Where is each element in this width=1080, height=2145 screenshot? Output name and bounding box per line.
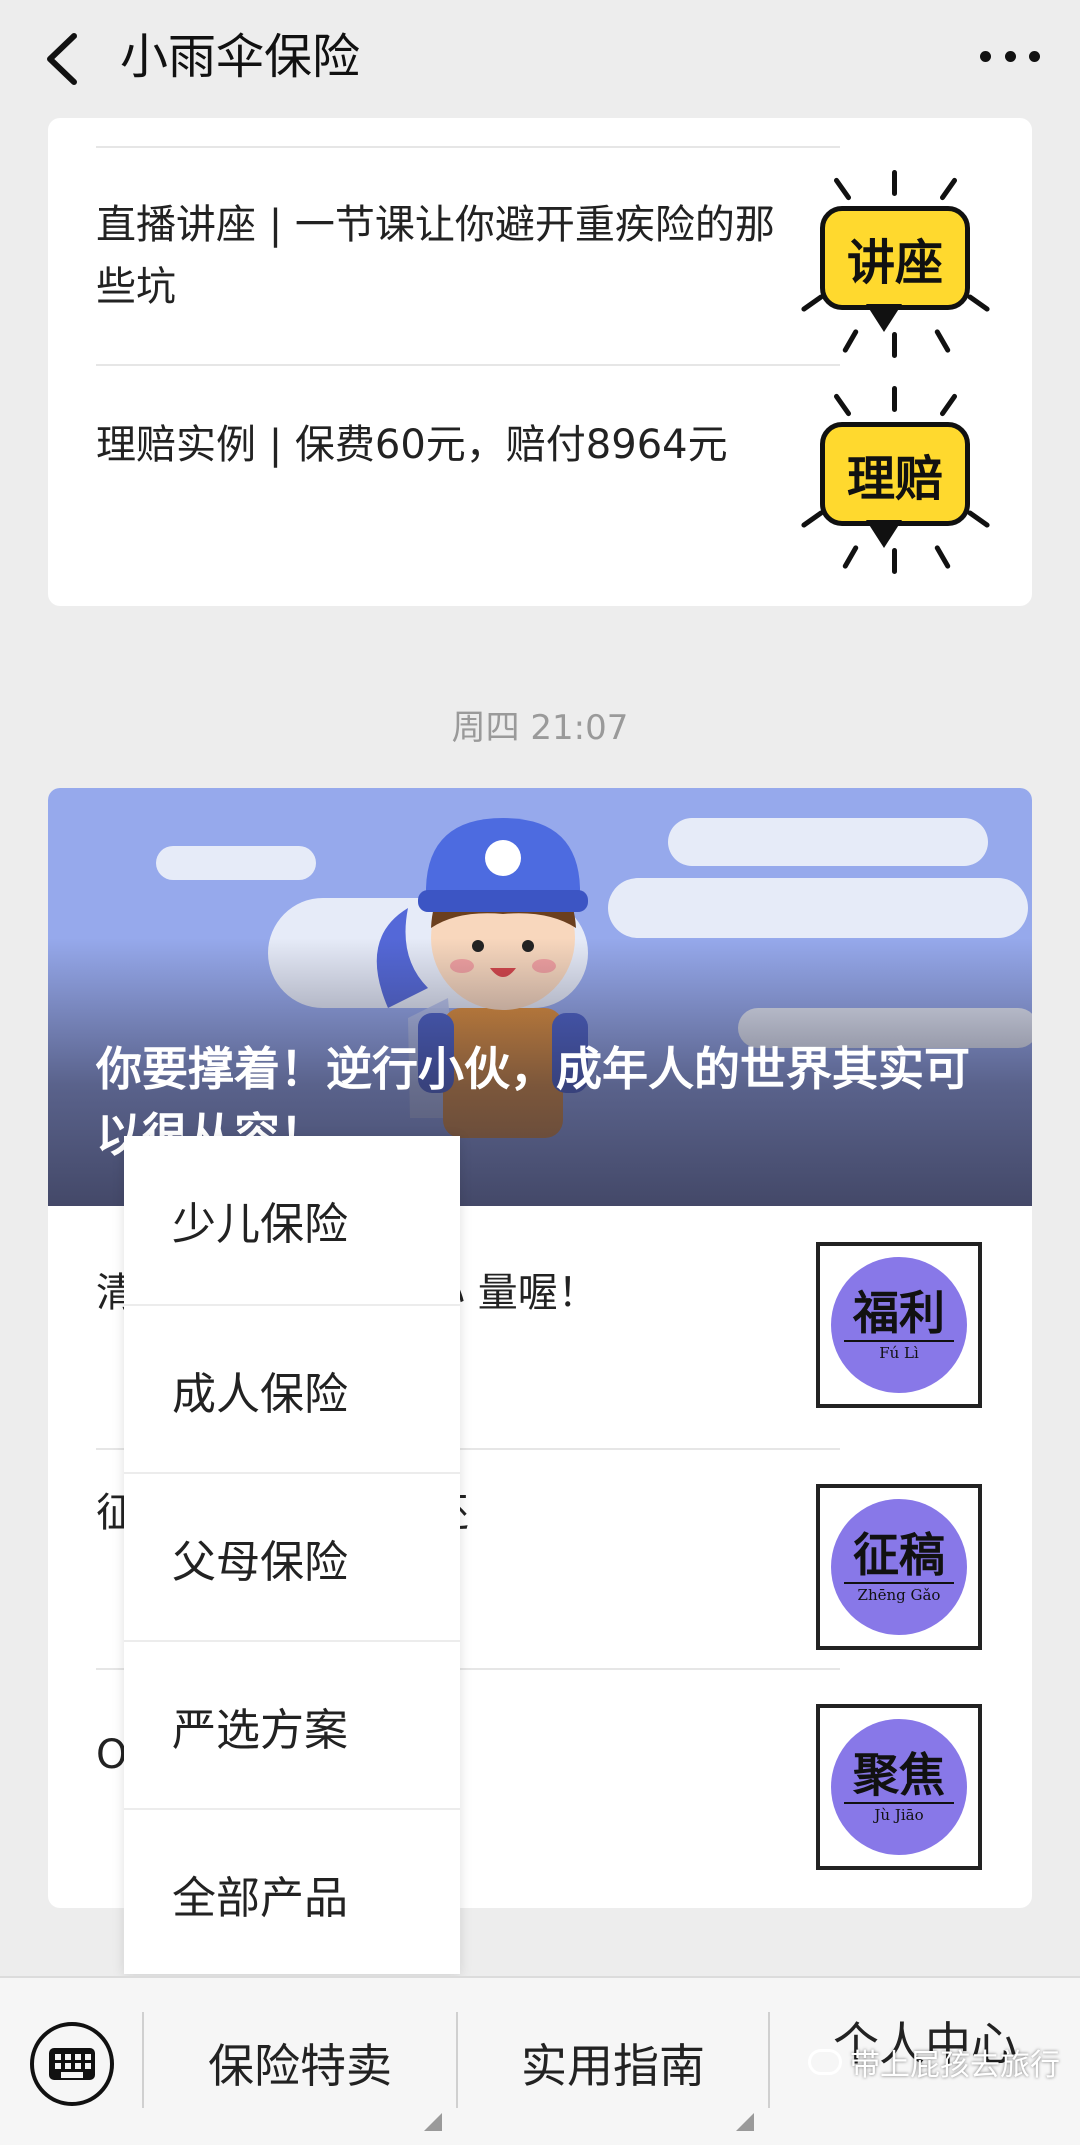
message-timestamp: 周四 21:07	[451, 708, 629, 748]
claim-sticker-icon: 理赔	[800, 386, 991, 576]
submenu-item-label: 少儿保险	[172, 1199, 348, 1250]
more-options-icon[interactable]	[980, 44, 1040, 68]
watermark-text: 带上屁孩去旅行	[850, 2048, 1060, 2083]
menu-practical-guide[interactable]: 实用指南	[458, 1980, 768, 2145]
submenu-item-children-insurance[interactable]: 少儿保险	[124, 1136, 460, 1304]
menu-insurance-sale[interactable]: 保险特卖	[144, 1980, 456, 2145]
page-title: 小雨伞保险	[120, 29, 361, 85]
thumb-title: 征稿	[853, 1528, 945, 1582]
wechat-icon	[808, 2049, 842, 2075]
thumb-pinyin: Zhēng Gǎo	[857, 1586, 941, 1604]
lecture-sticker-icon: 讲座	[800, 170, 991, 360]
back-arrow-icon[interactable]	[34, 26, 94, 92]
watermark: 带上屁孩去旅行	[808, 2040, 1060, 2084]
thumb-title: 福利	[853, 1286, 945, 1340]
submenu-popup: 少儿保险 成人保险 父母保险 严选方案 全部产品	[124, 1136, 460, 1974]
keyboard-toggle-icon[interactable]	[30, 2022, 114, 2106]
sticker-label: 理赔	[820, 422, 970, 526]
submenu-item-label: 全部产品	[172, 1873, 348, 1924]
submenu-item-label: 成人保险	[172, 1369, 348, 1420]
submenu-item-adult-insurance[interactable]: 成人保险	[124, 1306, 460, 1474]
focus-thumbnail: 聚焦 Jù Jiāo	[816, 1704, 982, 1870]
submenu-item-label: 父母保险	[172, 1537, 348, 1588]
submenu-item-selected-plans[interactable]: 严选方案	[124, 1642, 460, 1810]
thumb-title: 聚焦	[853, 1748, 945, 1802]
sticker-label: 讲座	[820, 206, 970, 310]
menu-label: 实用指南	[521, 2038, 705, 2093]
nav-bar: 小雨伞保险	[0, 0, 1080, 118]
welfare-thumbnail: 福利 Fú Lì	[816, 1242, 982, 1408]
menu-label: 保险特卖	[208, 2038, 392, 2093]
thumb-pinyin: Fú Lì	[879, 1344, 919, 1362]
list-item-title: 直播讲座 | 一节课让你避开重疾险的那些坑	[96, 202, 775, 310]
submission-thumbnail: 征稿 Zhēng Gǎo	[816, 1484, 982, 1650]
submenu-item-label: 严选方案	[172, 1705, 348, 1756]
article-card: 直播讲座 | 一节课让你避开重疾险的那些坑 讲座 理赔实例 | 保费60元，赔付…	[48, 118, 1032, 606]
list-item-title: 理赔实例 | 保费60元，赔付8964元	[96, 422, 728, 468]
list-item[interactable]: 理赔实例 | 保费60元，赔付8964元	[96, 414, 840, 544]
thumb-pinyin: Jù Jiāo	[874, 1806, 924, 1824]
list-item[interactable]: 直播讲座 | 一节课让你避开重疾险的那些坑	[96, 194, 840, 324]
submenu-item-parents-insurance[interactable]: 父母保险	[124, 1474, 460, 1642]
submenu-item-all-products[interactable]: 全部产品	[124, 1810, 460, 1978]
divider	[96, 364, 840, 366]
divider	[96, 146, 840, 148]
